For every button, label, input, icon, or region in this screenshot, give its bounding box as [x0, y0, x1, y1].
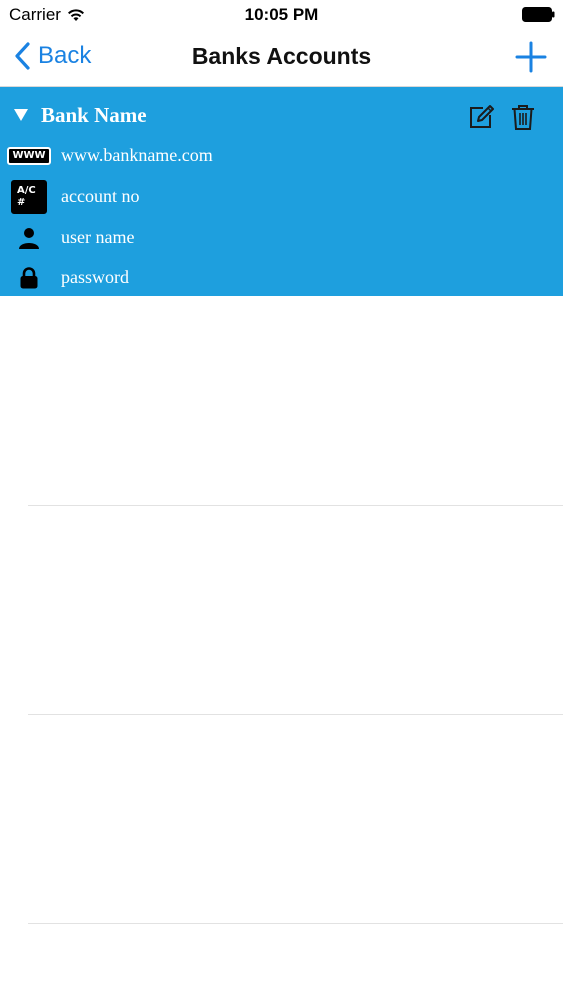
user-icon: [11, 227, 47, 249]
account-number-icon: A/C #: [11, 180, 47, 214]
battery-icon: [522, 7, 555, 22]
card-header[interactable]: Bank Name: [0, 87, 563, 143]
status-time: 10:05 PM: [244, 5, 319, 24]
row-separator: [28, 505, 563, 506]
person-icon: [19, 228, 39, 249]
page-title: Banks Accounts: [191, 43, 372, 69]
account-icon-label: A/C #: [11, 180, 47, 214]
padlock-icon: [20, 267, 38, 289]
username-value: user name: [61, 227, 135, 247]
row-separator: [28, 923, 563, 924]
add-icon[interactable]: [514, 40, 548, 74]
www-icon: WWW: [7, 145, 51, 167]
account-number-value: account no: [61, 186, 140, 206]
disclosure-triangle-icon[interactable]: [14, 108, 28, 122]
password-row[interactable]: password: [0, 259, 563, 299]
row-separator: [28, 714, 563, 715]
account-number-row[interactable]: A/C # account no: [0, 178, 563, 218]
username-row[interactable]: user name: [0, 219, 563, 259]
website-value: www.bankname.com: [61, 145, 213, 165]
trash-icon[interactable]: [511, 104, 535, 130]
lock-icon: [11, 267, 47, 289]
www-icon-label: WWW: [7, 147, 51, 165]
navigation-bar: Back Banks Accounts: [0, 30, 563, 87]
edit-icon[interactable]: [468, 104, 494, 130]
website-row[interactable]: WWW www.bankname.com: [0, 137, 563, 177]
status-bar: Carrier 10:05 PM: [0, 0, 563, 30]
bank-account-card[interactable]: Bank Name WWW www.bankname.com A/C # acc…: [0, 87, 563, 296]
password-value: password: [61, 267, 129, 287]
bank-name: Bank Name: [41, 103, 147, 127]
